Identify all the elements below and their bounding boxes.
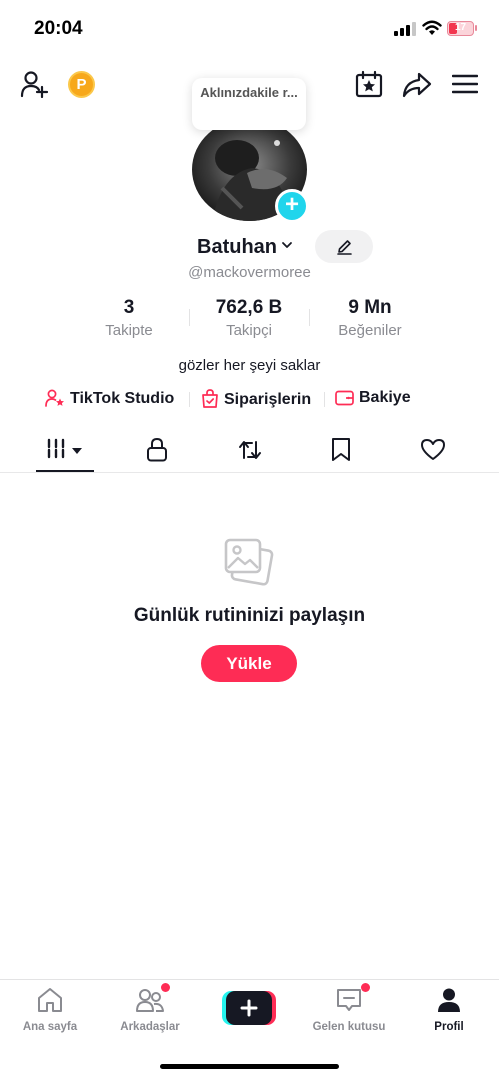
upload-button[interactable]: Yükle	[201, 645, 297, 682]
battery-cap	[475, 25, 477, 31]
stat-followers[interactable]: 762,6 B Takipçi	[189, 297, 309, 339]
home-icon	[38, 988, 62, 1012]
tab-videos[interactable]	[46, 438, 86, 467]
shopping-bag-icon	[202, 389, 218, 408]
add-story-plus-icon[interactable]: +	[275, 189, 309, 223]
battery-icon: 17	[447, 21, 474, 36]
friends-icon	[136, 989, 164, 1012]
create-button[interactable]	[222, 991, 276, 1025]
link-label: Bakiye	[359, 389, 411, 406]
lock-icon[interactable]	[146, 437, 168, 462]
signal-icon	[394, 22, 416, 36]
profile-icon	[438, 988, 460, 1012]
inbox-badge	[361, 983, 370, 992]
bookmark-icon[interactable]	[331, 437, 351, 462]
stat-following[interactable]: 3 Takipte	[69, 297, 189, 339]
battery-level: 17	[454, 22, 467, 33]
heart-icon[interactable]	[420, 438, 446, 461]
note-bubble[interactable]: Aklınızdakile r...	[192, 78, 306, 130]
nav-label: Profil	[434, 1021, 464, 1033]
share-icon[interactable]	[402, 71, 432, 99]
home-indicator	[160, 1064, 339, 1069]
nav-profile[interactable]: Profil	[399, 987, 499, 1033]
coin-icon[interactable]: P	[68, 71, 95, 98]
inbox-icon	[337, 989, 361, 1011]
nav-inbox[interactable]: Gelen kutusu	[299, 987, 399, 1033]
wifi-icon	[422, 20, 442, 35]
bottom-nav-divider	[0, 979, 499, 980]
empty-state-title: Günlük rutininizi paylaşın	[133, 605, 366, 626]
bio: gözler her şeyi saklar	[178, 357, 321, 374]
nav-friends[interactable]: Arkadaşlar	[100, 987, 200, 1033]
stat-likes[interactable]: 9 Mn Beğeniler	[310, 297, 430, 339]
calendar-star-icon[interactable]	[355, 70, 383, 98]
person-star-icon	[45, 389, 64, 407]
create-plus-icon	[222, 991, 276, 1025]
username: @mackovermoree	[188, 264, 311, 281]
divider	[324, 392, 325, 407]
friends-badge	[161, 983, 170, 992]
nav-label: Ana sayfa	[22, 1021, 78, 1033]
stat-label: Beğeniler	[338, 322, 402, 339]
stat-value: 762,6 B	[215, 297, 283, 318]
tabs-divider	[0, 472, 499, 473]
link-label: Siparişlerin	[224, 391, 312, 408]
tiktok-studio-link[interactable]: TikTok Studio	[45, 389, 174, 408]
edit-profile-button[interactable]	[315, 230, 373, 263]
grid-bars-icon	[47, 438, 82, 462]
divider	[189, 392, 190, 407]
nav-home[interactable]: Ana sayfa	[0, 987, 100, 1033]
link-label: TikTok Studio	[70, 390, 175, 407]
display-name[interactable]: Batuhan	[197, 236, 277, 259]
orders-link[interactable]: Siparişlerin	[201, 389, 311, 409]
nav-label: Arkadaşlar	[120, 1021, 180, 1033]
add-friend-icon[interactable]	[20, 70, 50, 98]
nav-label: Gelen kutusu	[312, 1021, 386, 1033]
stat-value: 3	[123, 297, 135, 318]
stat-label: Takipçi	[226, 322, 272, 339]
photos-icon	[224, 538, 274, 586]
balance-link[interactable]: Bakiye	[335, 389, 411, 407]
status-time: 20:04	[34, 18, 83, 39]
stat-value: 9 Mn	[348, 297, 392, 318]
chevron-down-icon[interactable]	[280, 238, 294, 252]
pencil-icon	[337, 240, 352, 255]
wallet-icon	[335, 390, 354, 406]
menu-icon[interactable]	[452, 74, 478, 94]
repost-icon[interactable]	[237, 438, 263, 462]
stat-label: Takipte	[105, 322, 153, 339]
